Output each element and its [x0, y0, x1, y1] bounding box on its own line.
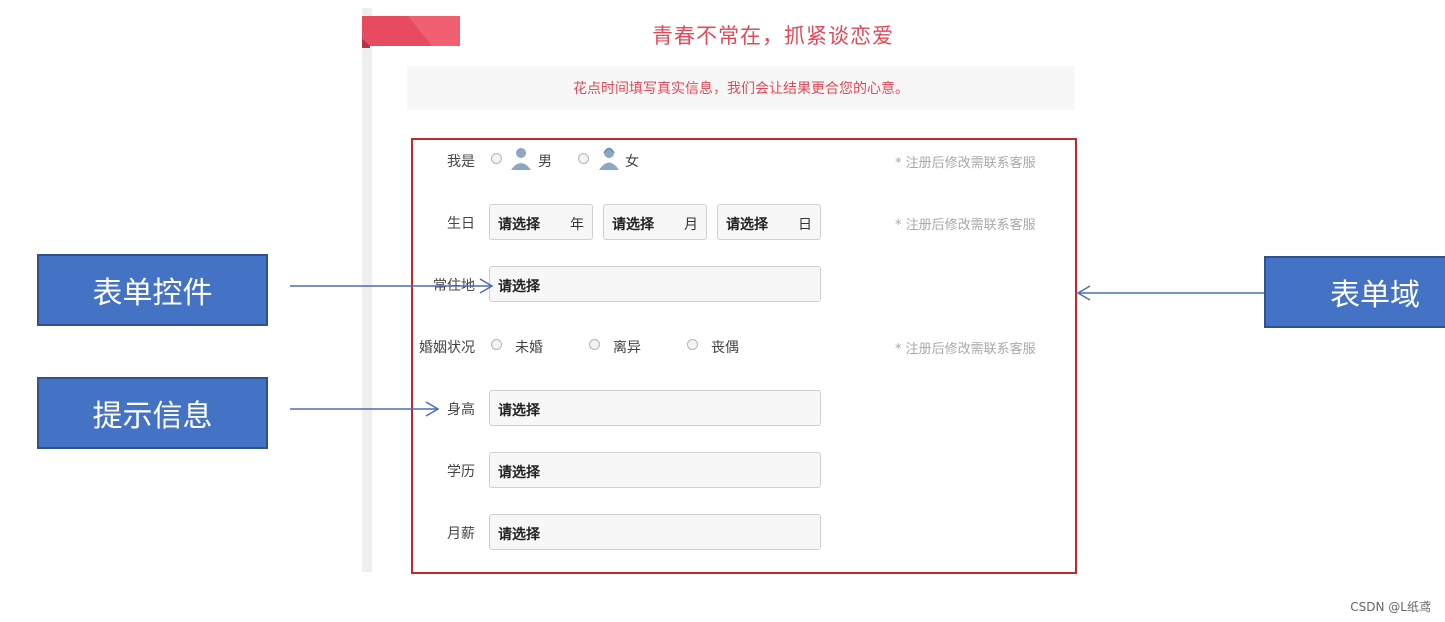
- annotation-arrows: [290, 278, 1264, 417]
- watermark: CSDN @L纸鸢: [1350, 600, 1431, 614]
- arrow-to-form-domain: [1076, 285, 1264, 301]
- arrow-to-form-control: [290, 278, 494, 294]
- arrow-to-prompt-info: [290, 401, 440, 417]
